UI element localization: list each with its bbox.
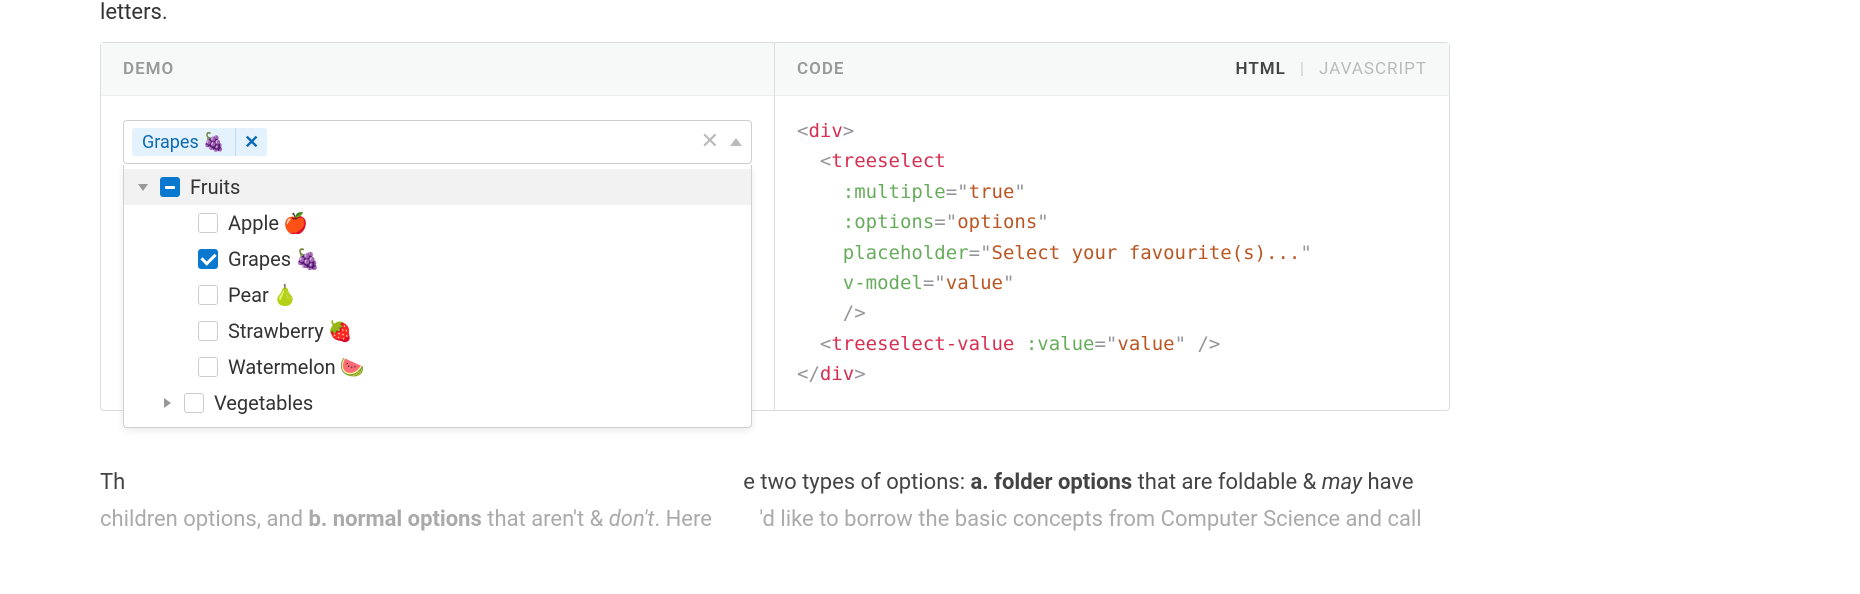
clear-all-button[interactable]: ✕ bbox=[701, 131, 719, 153]
chevron-up-icon bbox=[729, 137, 743, 147]
option-pear[interactable]: Pear🍐 bbox=[124, 277, 751, 313]
demo-body: Grapes 🍇 ✕ ✕ bbox=[101, 96, 774, 406]
text-fragment: . Here bbox=[654, 507, 717, 532]
text-fragment: that aren't & bbox=[482, 507, 609, 532]
chevron-down-icon[interactable] bbox=[136, 180, 150, 194]
option-strawberry[interactable]: Strawberry🍓 bbox=[124, 313, 751, 349]
option-label: Strawberry🍓 bbox=[228, 319, 353, 343]
text-italic-dont: don't bbox=[609, 507, 655, 532]
tab-javascript[interactable]: JAVASCRIPT bbox=[1319, 59, 1427, 79]
demo-header: DEMO bbox=[101, 43, 774, 96]
option-watermelon[interactable]: Watermelon🍉 bbox=[124, 349, 751, 385]
page-text-fragment-top: letters. bbox=[100, 0, 168, 25]
option-label: Fruits bbox=[190, 175, 240, 199]
checkbox[interactable] bbox=[184, 393, 204, 413]
option-label: Apple🍎 bbox=[228, 211, 308, 235]
tab-separator: | bbox=[1300, 59, 1305, 79]
page-body-text: Th e two types of options: a. folder opti… bbox=[100, 464, 1450, 539]
demo-title: DEMO bbox=[123, 59, 174, 79]
option-emoji: 🍎 bbox=[283, 211, 308, 235]
code-block: <div> <treeselect :multiple="true" :opti… bbox=[775, 96, 1449, 410]
selected-tag: Grapes 🍇 ✕ bbox=[132, 128, 267, 156]
checkbox[interactable] bbox=[198, 213, 218, 233]
text-fragment: have bbox=[1362, 470, 1414, 495]
option-emoji: 🍇 bbox=[295, 247, 320, 271]
text-bold-a: a. folder options bbox=[970, 470, 1132, 495]
demo-column: DEMO Grapes 🍇 ✕ ✕ bbox=[101, 43, 775, 410]
option-label: Watermelon🍉 bbox=[228, 355, 365, 379]
text-fragment: e two types of options: bbox=[743, 470, 970, 495]
selected-tag-label: Grapes 🍇 bbox=[132, 129, 235, 156]
checkbox[interactable] bbox=[198, 249, 218, 269]
text-fragment: Th bbox=[100, 470, 125, 495]
treeselect-dropdown: Fruits Apple🍎 Grapes🍇 Pear🍐 Strawberry🍓 Water… bbox=[123, 165, 752, 428]
text-fragment: that are foldable & bbox=[1132, 470, 1322, 495]
option-apple[interactable]: Apple🍎 bbox=[124, 205, 751, 241]
treeselect[interactable]: Grapes 🍇 ✕ ✕ bbox=[123, 120, 752, 164]
code-column: CODE HTML | JAVASCRIPT <div> <treeselect… bbox=[775, 43, 1449, 410]
close-icon: ✕ bbox=[701, 129, 719, 154]
dropdown-toggle[interactable] bbox=[729, 137, 743, 147]
option-emoji: 🍉 bbox=[340, 355, 365, 379]
remove-tag-button[interactable]: ✕ bbox=[235, 128, 267, 156]
treeselect-control[interactable]: Grapes 🍇 ✕ ✕ bbox=[123, 120, 752, 164]
option-emoji: 🍓 bbox=[328, 319, 353, 343]
checkbox[interactable] bbox=[160, 177, 180, 197]
text-fragment: 'd like to borrow the basic concepts fro… bbox=[759, 507, 1421, 532]
tab-html[interactable]: HTML bbox=[1236, 59, 1286, 79]
text-italic-may: may bbox=[1322, 470, 1362, 495]
option-label: Grapes🍇 bbox=[228, 247, 320, 271]
option-grapes[interactable]: Grapes🍇 bbox=[124, 241, 751, 277]
chevron-right-icon[interactable] bbox=[160, 396, 174, 410]
code-tabs: HTML | JAVASCRIPT bbox=[1236, 59, 1427, 79]
demo-code-panel: DEMO Grapes 🍇 ✕ ✕ bbox=[100, 42, 1450, 411]
code-title: CODE bbox=[797, 59, 845, 79]
option-vegetables[interactable]: Vegetables bbox=[124, 385, 751, 421]
option-label: Pear🍐 bbox=[228, 283, 298, 307]
tag-emoji: 🍇 bbox=[203, 132, 225, 153]
treeselect-controls-right: ✕ bbox=[701, 131, 743, 153]
checkbox[interactable] bbox=[198, 321, 218, 341]
text-fragment: ldren options, and bbox=[129, 507, 309, 532]
tag-text: Grapes bbox=[142, 132, 199, 153]
option-label: Vegetables bbox=[214, 391, 313, 415]
option-emoji: 🍐 bbox=[273, 283, 298, 307]
text-fragment: chi bbox=[100, 507, 129, 532]
checkbox[interactable] bbox=[198, 357, 218, 377]
checkbox[interactable] bbox=[198, 285, 218, 305]
close-icon: ✕ bbox=[244, 132, 259, 153]
text-bold-b: b. normal options bbox=[309, 507, 482, 532]
code-header: CODE HTML | JAVASCRIPT bbox=[775, 43, 1449, 96]
option-fruits[interactable]: Fruits bbox=[124, 169, 751, 205]
